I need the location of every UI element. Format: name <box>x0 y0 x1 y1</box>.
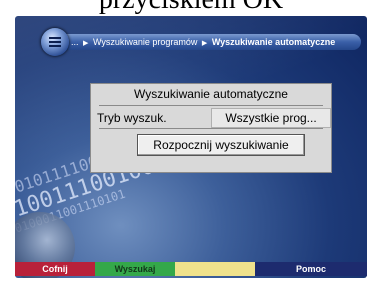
start-search-button[interactable]: Rozpocznij wyszukiwanie <box>137 134 305 156</box>
blue-key-help-button[interactable]: Pomoc <box>255 262 367 276</box>
divider <box>99 105 323 106</box>
divider <box>99 128 323 129</box>
breadcrumb-item-channel-search[interactable]: Wyszukiwanie programów <box>93 37 197 47</box>
dialog-title: Wyszukiwanie automatyczne <box>134 87 288 101</box>
search-mode-label: Tryb wyszuk. <box>97 111 167 125</box>
green-key-search-button[interactable]: Wyszukaj <box>95 262 175 276</box>
function-key-bar: Cofnij Wyszukaj Pomoc <box>15 262 367 276</box>
search-mode-selector[interactable]: Wszystkie prog... <box>211 108 331 128</box>
caption-text: przyciskiem OK <box>0 0 382 16</box>
red-key-back-button[interactable]: Cofnij <box>15 262 95 276</box>
breadcrumb: ... ▶ Wyszukiwanie programów ▶ Wyszukiwa… <box>71 35 335 51</box>
breadcrumb-ellipsis: ... <box>71 37 79 47</box>
list-icon <box>49 37 61 47</box>
menu-orb-icon <box>41 28 69 56</box>
breadcrumb-arrow-icon: ▶ <box>83 40 89 47</box>
breadcrumb-arrow-icon: ▶ <box>201 40 208 47</box>
yellow-key-button[interactable] <box>175 262 255 276</box>
tv-screen: 0101111001001101 1001110010011101 010001… <box>15 16 367 278</box>
breadcrumb-item-auto-search: Wyszukiwanie automatyczne <box>211 37 336 47</box>
auto-search-dialog: Wyszukiwanie automatyczne Tryb wyszuk. W… <box>90 83 332 173</box>
